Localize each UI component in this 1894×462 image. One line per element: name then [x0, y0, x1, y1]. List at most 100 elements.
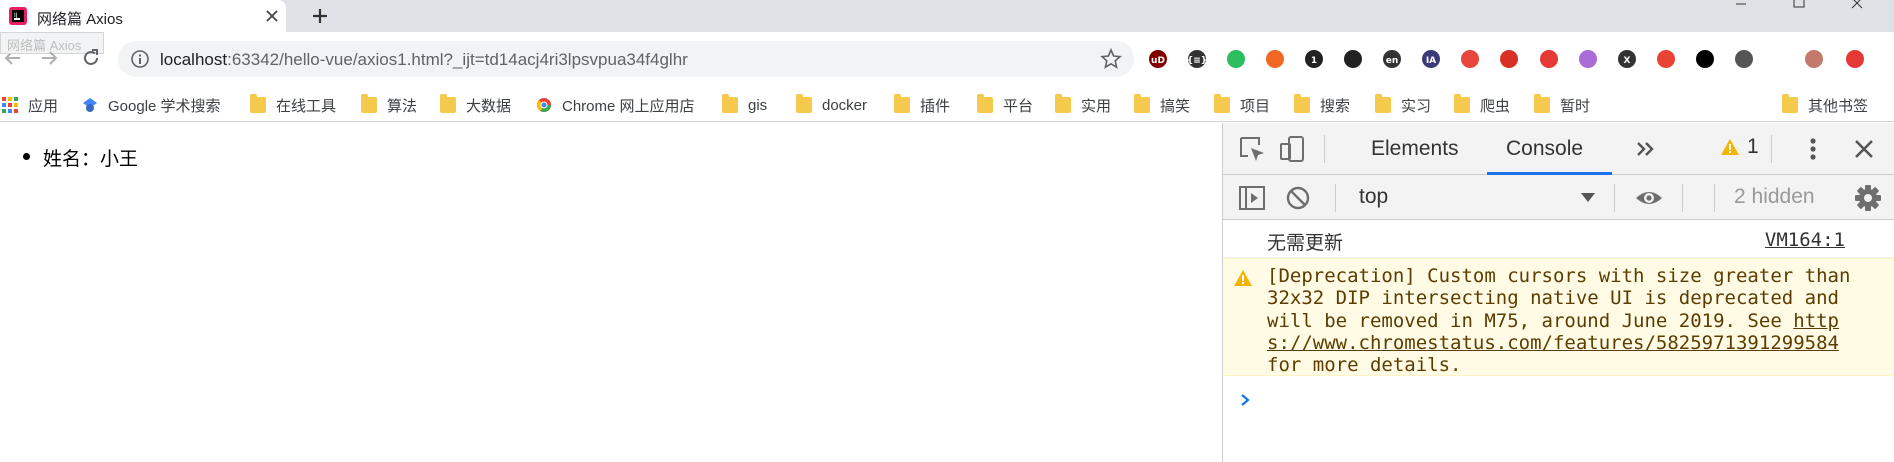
close-icon[interactable]	[262, 6, 282, 26]
more-tabs-chevron-icon[interactable]	[1631, 134, 1661, 164]
tab-elements[interactable]: Elements	[1371, 137, 1459, 161]
bookmark-item[interactable]: Chrome 网上应用店	[536, 94, 695, 116]
warning-text: [Deprecation] Custom cursors with size g…	[1267, 265, 1857, 376]
log-text: 无需更新	[1267, 232, 1344, 254]
bookmark-label: 在线工具	[276, 97, 337, 115]
ia-icon[interactable]: IA	[1419, 47, 1443, 71]
molecule-icon[interactable]	[1497, 47, 1521, 71]
bookmark-item[interactable]: docker	[796, 94, 867, 116]
gear-icon[interactable]	[1853, 183, 1883, 213]
url-text[interactable]: localhost:63342/hello-vue/axios1.html?_i…	[160, 50, 688, 70]
clear-console-icon[interactable]	[1283, 183, 1313, 213]
json-viewer-icon[interactable]: {≡}	[1185, 47, 1209, 71]
pinwheel-icon[interactable]	[1458, 47, 1482, 71]
badge-extension-icon[interactable]: 1	[1302, 47, 1326, 71]
folder-icon	[1214, 94, 1230, 113]
bookmark-item[interactable]: gis	[722, 94, 767, 116]
bookmark-item[interactable]: 暂时	[1534, 94, 1590, 116]
browser-tab[interactable]: IJ 网络篇 Axios	[0, 0, 286, 32]
info-icon[interactable]	[130, 49, 150, 69]
bookmark-item[interactable]: Google 学术搜索	[82, 94, 221, 116]
folder-icon	[894, 94, 910, 113]
bookmark-item[interactable]: 算法	[361, 94, 417, 116]
folder-icon	[1055, 94, 1071, 113]
dropdown-arrow-icon[interactable]	[1581, 193, 1595, 202]
extension-label: IA	[1426, 56, 1436, 66]
folder-icon	[1294, 94, 1310, 113]
separator	[1682, 184, 1683, 212]
new-tab-plus-icon[interactable]	[308, 4, 332, 28]
evernote-icon[interactable]	[1224, 47, 1248, 71]
ublock-icon[interactable]: uD	[1146, 47, 1170, 71]
bookmark-item[interactable]: 实用	[1055, 94, 1111, 116]
bookmark-label: Chrome 网上应用店	[562, 97, 695, 115]
sidebar-toggle-icon[interactable]	[1237, 183, 1267, 213]
bookmark-label: 其他书签	[1808, 97, 1869, 115]
chrome-store-icon	[536, 98, 551, 112]
extension-label: X	[1624, 56, 1631, 66]
bookmark-item[interactable]: 项目	[1214, 94, 1270, 116]
warning-icon	[1721, 139, 1739, 155]
maximize-icon[interactable]	[1776, 0, 1822, 14]
folder-icon	[250, 94, 266, 113]
mask-icon[interactable]	[1341, 47, 1365, 71]
x-icon[interactable]: X	[1615, 47, 1639, 71]
folder-icon	[1375, 94, 1391, 113]
red-box-icon[interactable]	[1537, 47, 1561, 71]
console-toolbar: top 2 hidden	[1223, 175, 1894, 220]
bookmark-item[interactable]: 实习	[1375, 94, 1431, 116]
record-icon[interactable]	[1843, 47, 1867, 71]
context-select[interactable]: top	[1359, 185, 1611, 211]
purple-circle-icon[interactable]	[1576, 47, 1600, 71]
separator	[1714, 184, 1715, 212]
kebab-menu-icon[interactable]	[1798, 134, 1828, 164]
bookmark-apps[interactable]: 应用	[2, 94, 58, 116]
console-prompt-chevron-icon[interactable]	[1237, 392, 1253, 408]
reload-icon[interactable]	[78, 45, 104, 71]
bookmark-label: 暂时	[1560, 97, 1591, 115]
bookmark-label: 大数据	[466, 97, 512, 115]
list-item: 姓名：小王	[20, 144, 138, 171]
warning-counter[interactable]: 1	[1720, 135, 1759, 159]
bookmark-item[interactable]: 大数据	[440, 94, 511, 116]
folder-icon	[796, 94, 812, 113]
separator	[1614, 184, 1615, 212]
bookmark-label: 算法	[387, 97, 418, 115]
minimize-icon[interactable]	[1718, 0, 1764, 14]
inspect-element-icon[interactable]	[1237, 134, 1267, 164]
profile-icon[interactable]	[1802, 47, 1826, 71]
orange-circle-icon[interactable]	[1263, 47, 1287, 71]
cursor-icon[interactable]	[1732, 47, 1756, 71]
eye-icon[interactable]	[1634, 183, 1664, 213]
tab-title: 网络篇 Axios	[37, 11, 123, 28]
warning-prefix: [Deprecation] Custom cursors with size g…	[1267, 265, 1862, 332]
map-pin-icon[interactable]	[1654, 47, 1678, 71]
separator	[1335, 184, 1336, 212]
folder-icon	[440, 94, 456, 113]
bookmark-item[interactable]: 在线工具	[250, 94, 336, 116]
console-warning-message: [Deprecation] Custom cursors with size g…	[1223, 258, 1894, 376]
address-bar[interactable]: localhost:63342/hello-vue/axios1.html?_i…	[118, 41, 1134, 77]
bookmark-label: 应用	[28, 97, 59, 115]
bookmark-item[interactable]: 搞笑	[1134, 94, 1190, 116]
apps-grid-icon	[2, 97, 18, 113]
key-icon[interactable]	[1693, 47, 1717, 71]
forward-arrow-icon[interactable]	[36, 45, 62, 71]
extension-label: en	[1386, 56, 1399, 66]
bookmark-other[interactable]: 其他书签	[1782, 94, 1868, 116]
bookmark-item[interactable]: 爬虫	[1454, 94, 1510, 116]
tab-console[interactable]: Console	[1506, 137, 1583, 161]
translate-en-icon[interactable]: en	[1380, 47, 1404, 71]
hidden-messages-count[interactable]: 2 hidden	[1734, 185, 1815, 209]
google-scholar-icon	[83, 98, 97, 112]
bookmark-item[interactable]: 插件	[894, 94, 950, 116]
window-close-icon[interactable]	[1834, 0, 1880, 14]
bookmark-label: 搞笑	[1160, 97, 1191, 115]
bookmark-item[interactable]: 搜索	[1294, 94, 1350, 116]
log-source-link[interactable]: VM164:1	[1765, 229, 1845, 251]
device-toolbar-icon[interactable]	[1277, 134, 1307, 164]
bookmarks-bar: 应用 Google 学术搜索 在线工具 算法 大数据 Chrome 网上应用店 gis do…	[0, 86, 1894, 122]
bookmark-item[interactable]: 平台	[977, 94, 1033, 116]
close-devtools-icon[interactable]	[1849, 134, 1879, 164]
bookmark-star-icon[interactable]	[1100, 48, 1122, 70]
